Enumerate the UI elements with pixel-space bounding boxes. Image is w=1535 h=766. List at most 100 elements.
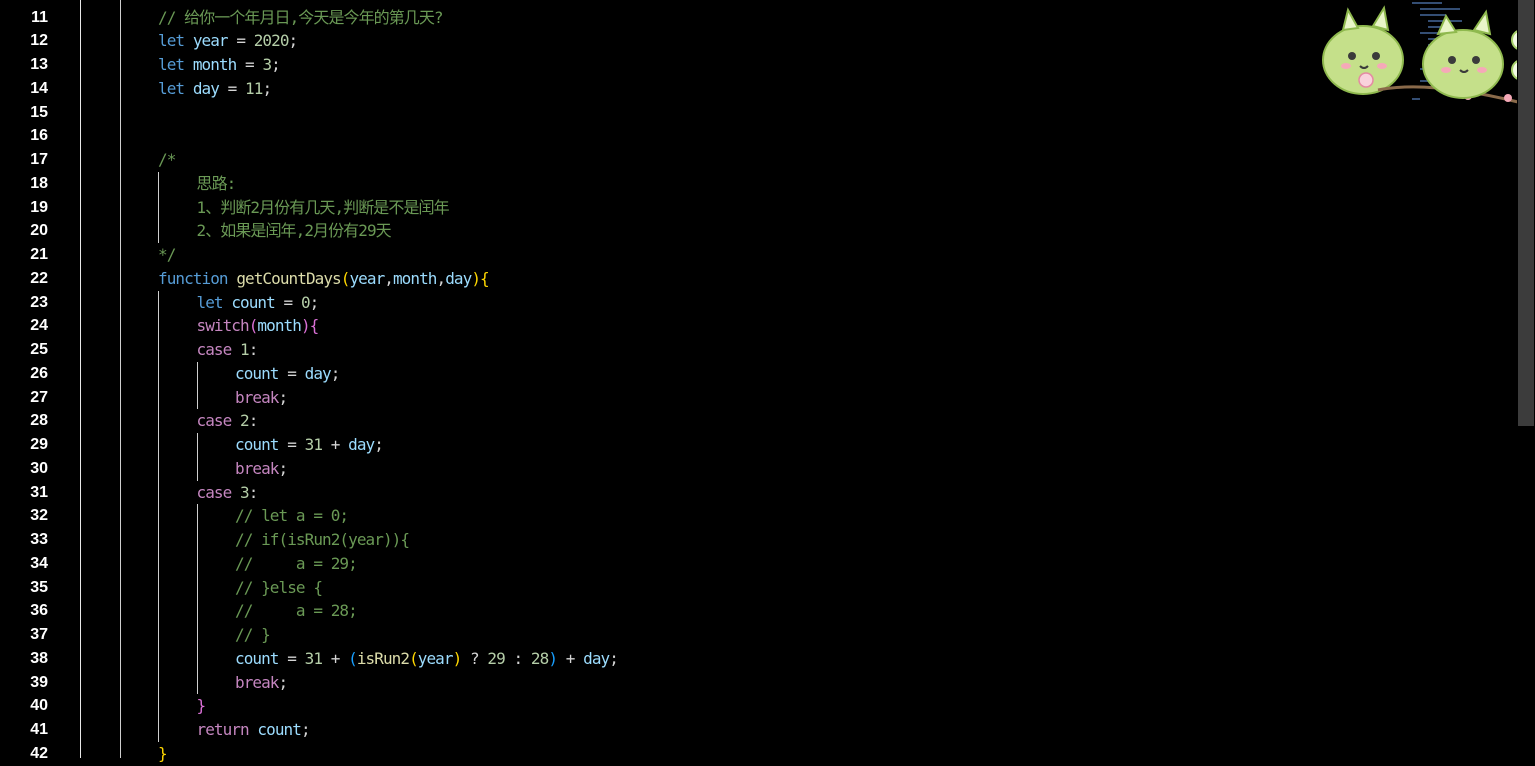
code-line[interactable]: 2、如果是闰年,2月份有29天 [196,219,392,243]
line-number: 11 [31,8,48,26]
code-line[interactable]: break; [235,386,288,410]
code-line[interactable]: count = day; [235,362,341,386]
code-line[interactable]: // a = 28; [235,599,358,623]
code-line[interactable]: } [158,742,168,766]
code-token: , [436,268,447,288]
code-line[interactable]: count = 31 + day; [235,433,384,457]
indent-guide [158,290,159,742]
code-line[interactable]: let count = 0; [196,291,320,315]
code-token: } [158,743,168,763]
line-number: 21 [30,246,48,263]
code-line[interactable]: let year = 2020; [158,29,299,53]
green-dragon-mascot-icon[interactable]: ↻ ✿ [1318,0,1535,112]
code-token: ; [271,55,281,74]
line-number: 16 [30,127,48,145]
code-token: switch [196,316,250,336]
code-token: 31 [304,435,323,454]
code-token: let [158,31,185,51]
code-line[interactable]: function getCountDays(year,month,day){ [158,267,490,291]
indent-guide [196,433,198,481]
line-number: 22 [30,269,48,287]
line-number: 41 [30,721,48,738]
code-line[interactable]: count = 31 + (isRun2(year) ? 29 : 28) + … [235,647,619,671]
code-token: ; [288,31,299,51]
code-token: + [322,648,349,668]
code-area[interactable]: // 给你一个年月日,今天是今年的第几天? let year = 2020; let… [81,0,1517,763]
code-line[interactable]: break; [235,671,288,695]
line-number: 15 [30,103,48,121]
code-token: let [196,292,224,312]
code-token: /* [158,150,176,169]
mascot-illustration [1322,5,1519,104]
code-token: , [384,268,394,288]
code-token: day [348,435,375,454]
scrollbar-thumb[interactable] [1518,0,1534,426]
line-number: 25 [30,341,48,358]
code-line[interactable]: let month = 3; [158,53,281,77]
code-line[interactable]: // a = 29; [235,552,358,576]
code-token: case [196,340,233,359]
code-line[interactable]: */ [158,243,176,267]
code-line[interactable]: break; [235,457,289,481]
code-token: } [196,696,207,716]
code-token: = [227,31,254,51]
code-line[interactable]: // } [235,623,271,647]
code-token: ) [300,316,311,336]
code-token: : [248,340,259,359]
code-line[interactable]: case 1: [196,338,259,362]
code-token: 3 [262,55,272,74]
indent-guide [119,0,121,758]
code-line[interactable]: let day = 11; [158,77,272,101]
code-line[interactable]: } [196,694,207,718]
code-token: 2、如果是闰年,2月份有29天 [196,221,392,241]
code-token: + [322,435,349,454]
code-line[interactable]: /* [158,148,176,172]
code-token: 1 [240,340,250,359]
code-token: let [158,78,185,98]
code-token: = [278,435,305,454]
code-line[interactable]: // 给你一个年月日,今天是今年的第几天? [158,6,444,30]
line-number: 32 [30,507,48,525]
line-number-gutter: 11 12 13 14 15 16 17 18 19 20 21 22 23 24 25 26 27 28 29 30… [0,0,80,762]
code-token: isRun2 [356,648,410,668]
code-token: ; [330,363,341,383]
code-token: = [274,292,301,312]
code-token: ; [374,435,384,454]
line-number: 35 [30,578,48,596]
code-token: 11 [245,78,263,98]
line-number: 13 [30,56,48,73]
code-line[interactable]: switch(month){ [196,314,320,338]
code-line[interactable]: case 2: [197,409,259,433]
code-token: break [235,672,279,692]
code-token: 31 [304,648,323,668]
code-token: month [257,316,301,336]
code-token: : [504,648,531,668]
code-token: ; [278,458,289,478]
code-token: ( [409,648,419,668]
code-token: 2020 [253,31,290,51]
code-token: */ [158,245,176,264]
code-line[interactable]: 1、判断2月份有几天,判断是不是闰年 [197,196,450,220]
code-token: 0 [300,292,311,312]
code-line[interactable]: // if(isRun2(year)){ [235,528,410,552]
code-line[interactable]: // let a = 0; [235,504,349,528]
code-editor[interactable]: 11 12 13 14 15 16 17 18 19 20 21 22 23 24 25 26 27 28 29 30… [0,0,1535,763]
line-number: 36 [30,602,48,620]
code-line[interactable]: 思路: [197,172,237,196]
line-number: 39 [30,673,48,691]
code-token: return [196,720,250,739]
code-line[interactable]: return count; [196,718,311,742]
code-token: ) [548,648,558,668]
code-token: count [235,648,279,668]
code-token: month [392,268,437,288]
code-token: 2 [240,411,250,431]
code-line[interactable]: case 3: [197,481,259,505]
code-line[interactable]: // }else { [235,576,323,600]
line-number: 27 [30,388,48,406]
code-token: ; [262,78,272,98]
code-token: ; [300,720,311,739]
code-token: 28 [530,648,549,668]
